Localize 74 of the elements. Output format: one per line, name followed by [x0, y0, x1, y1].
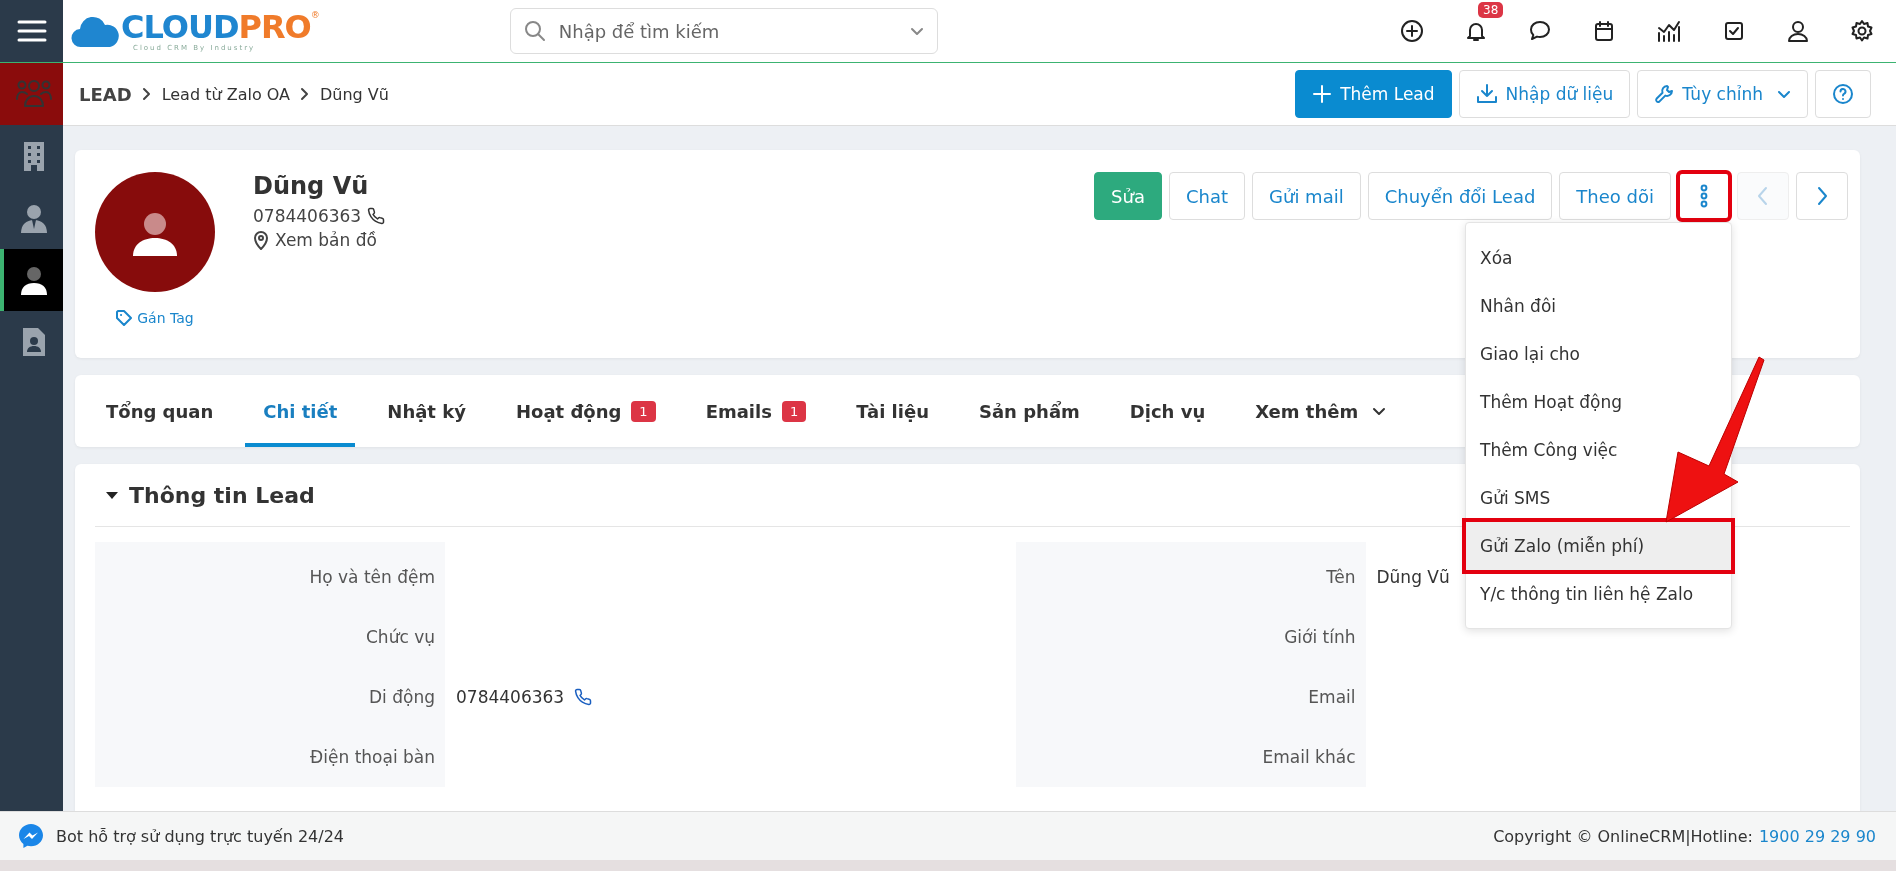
- tab[interactable]: Dịch vụ: [1111, 375, 1224, 447]
- tab[interactable]: Emails 1: [687, 375, 825, 447]
- section-title: Thông tin Lead: [129, 482, 315, 508]
- chat-icon[interactable]: [1528, 19, 1552, 43]
- settings-icon[interactable]: [1850, 19, 1874, 43]
- field-label: Email khác: [1262, 747, 1356, 767]
- count-badge: 1: [781, 400, 807, 422]
- breadcrumb-item[interactable]: LEAD: [79, 83, 132, 105]
- search-field[interactable]: Nhập để tìm kiếm: [509, 8, 938, 54]
- chevron-right-icon: [1816, 186, 1828, 206]
- messenger-icon[interactable]: [18, 823, 44, 849]
- phone-icon[interactable]: [574, 688, 593, 706]
- field-label: Chức vụ: [366, 627, 435, 647]
- breadcrumb-item: Dũng Vũ: [320, 84, 389, 104]
- tab[interactable]: Hoạt động 1: [497, 375, 674, 447]
- tab[interactable]: Chi tiết: [245, 375, 356, 447]
- copyright-text: Copyright © OnlineCRM|Hotline:: [1493, 826, 1753, 846]
- phone-number: 0784406363: [253, 206, 362, 226]
- menu-item[interactable]: Thêm Hoạt động: [1466, 378, 1628, 426]
- field-label: Tên: [1326, 567, 1356, 587]
- vertical-dots-icon: [1699, 184, 1709, 208]
- map-pin-icon: [253, 230, 269, 250]
- action-button[interactable]: Chat: [1168, 172, 1246, 220]
- person-icon[interactable]: [0, 249, 63, 311]
- hotline-link[interactable]: 1900 29 29 90: [1758, 826, 1876, 846]
- calendar-icon[interactable]: [1592, 19, 1616, 43]
- breadcrumb-item[interactable]: Lead từ Zalo OA: [161, 84, 290, 104]
- tab[interactable]: Tổng quan: [88, 375, 232, 447]
- menu-item[interactable]: Gửi SMS: [1466, 474, 1557, 522]
- lead-name: Dũng Vũ: [253, 172, 370, 200]
- view-map-link[interactable]: Xem bản đồ: [275, 230, 377, 250]
- menu-item[interactable]: Nhân đôi: [1466, 282, 1562, 330]
- field-value: 0784406363: [456, 687, 565, 707]
- chart-icon[interactable]: [1656, 19, 1682, 43]
- tab[interactable]: Nhật ký: [369, 375, 484, 447]
- field-value: Dũng Vũ: [1376, 567, 1450, 587]
- chevron-right-icon: [300, 87, 310, 101]
- notification-badge: 38: [1478, 2, 1504, 18]
- field-label: Giới tính: [1284, 627, 1356, 647]
- chevron-left-icon: [1757, 186, 1769, 206]
- count-badge: 1: [631, 400, 656, 422]
- help-button[interactable]: [1815, 70, 1871, 118]
- action-button[interactable]: Gửi mail: [1252, 172, 1361, 220]
- add-icon[interactable]: [1400, 19, 1424, 43]
- wrench-icon: [1654, 84, 1675, 104]
- plus-icon: [1312, 84, 1333, 104]
- menu-item[interactable]: Giao lại cho: [1466, 330, 1586, 378]
- menu-item[interactable]: Thêm Công việc: [1466, 426, 1624, 474]
- more-options-button[interactable]: [1678, 172, 1730, 220]
- tab[interactable]: Sản phẩm: [961, 375, 1098, 447]
- menu-item[interactable]: Xóa: [1466, 234, 1519, 282]
- add-button[interactable]: Thêm Lead: [1295, 70, 1452, 118]
- field-label: Email: [1308, 687, 1356, 707]
- menu-icon[interactable]: [0, 0, 63, 62]
- download-icon: [1475, 83, 1498, 105]
- help-icon: [1832, 83, 1854, 105]
- search-icon: [523, 20, 546, 42]
- support-bot-text: Bot hỗ trợ sử dụng trực tuyến 24/24: [56, 826, 345, 846]
- action-button[interactable]: Theo dõi: [1559, 172, 1671, 220]
- field-label: Điện thoại bàn: [310, 747, 435, 767]
- field-label: Di động: [369, 687, 435, 707]
- import-button[interactable]: Nhập dữ liệu: [1458, 70, 1631, 118]
- menu-item[interactable]: Y/c thông tin liên hệ Zalo: [1466, 570, 1700, 618]
- tab[interactable]: Tài liệu: [838, 375, 947, 447]
- phone-icon[interactable]: [367, 207, 386, 225]
- user-icon[interactable]: [1786, 19, 1810, 43]
- tag-icon: [116, 310, 133, 326]
- task-icon[interactable]: [1722, 19, 1746, 43]
- tab[interactable]: Xem thêm: [1237, 375, 1405, 447]
- field-label: Họ và tên đệm: [309, 567, 435, 587]
- chevron-right-icon: [141, 87, 152, 101]
- action-button[interactable]: Chuyển đổi Lead: [1367, 172, 1553, 220]
- assign-tag-link[interactable]: Gán Tag: [116, 310, 194, 326]
- customize-button[interactable]: Tùy chỉnh: [1637, 70, 1808, 118]
